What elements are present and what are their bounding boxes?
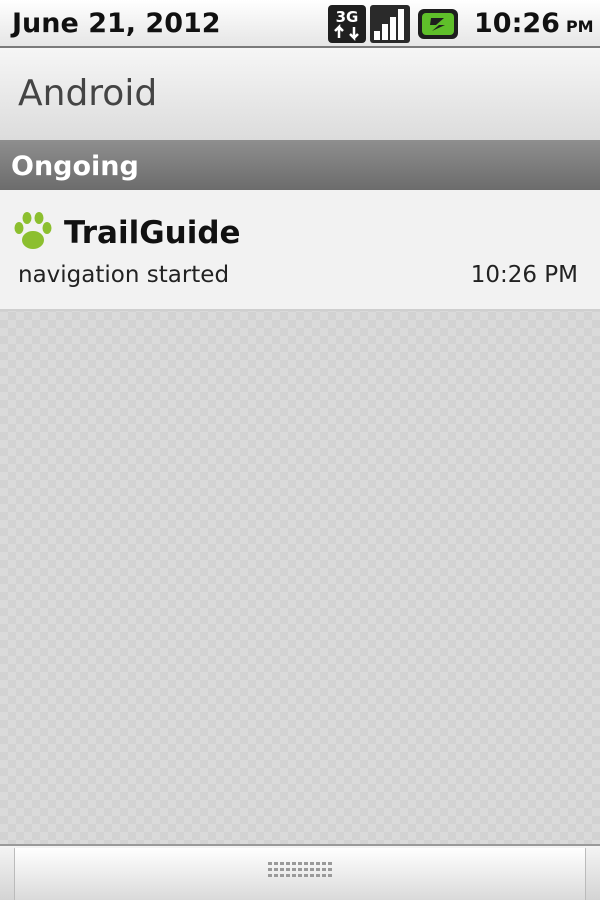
notification-time: 10:26 PM	[470, 262, 578, 288]
drawer-handle[interactable]	[0, 844, 600, 900]
status-time-value: 10:26	[474, 8, 560, 39]
carrier-header: Android	[0, 48, 600, 142]
notification-shade: June 21, 2012 3G 10:26 PM Android Ongoin…	[0, 0, 600, 900]
grip-handle-icon	[268, 862, 332, 882]
signal-strength-icon	[370, 5, 410, 43]
status-date: June 21, 2012	[12, 8, 221, 39]
notification-title: TrailGuide	[64, 215, 241, 251]
status-time-ampm: PM	[565, 17, 594, 36]
battery-charging-icon	[418, 9, 458, 39]
status-bar[interactable]: June 21, 2012 3G 10:26 PM	[0, 0, 600, 48]
carrier-name: Android	[18, 73, 158, 114]
network-3g-label: 3G	[336, 8, 359, 26]
status-icons: 3G	[328, 4, 458, 44]
notification-text: navigation started	[18, 262, 230, 288]
notification-item-trailguide[interactable]: TrailGuide navigation started 10:26 PM	[0, 190, 600, 311]
status-time: 10:26 PM	[474, 6, 594, 45]
section-header-ongoing: Ongoing	[0, 142, 600, 190]
paw-icon	[12, 210, 54, 252]
network-3g-icon: 3G	[328, 5, 366, 43]
section-title: Ongoing	[11, 151, 139, 182]
